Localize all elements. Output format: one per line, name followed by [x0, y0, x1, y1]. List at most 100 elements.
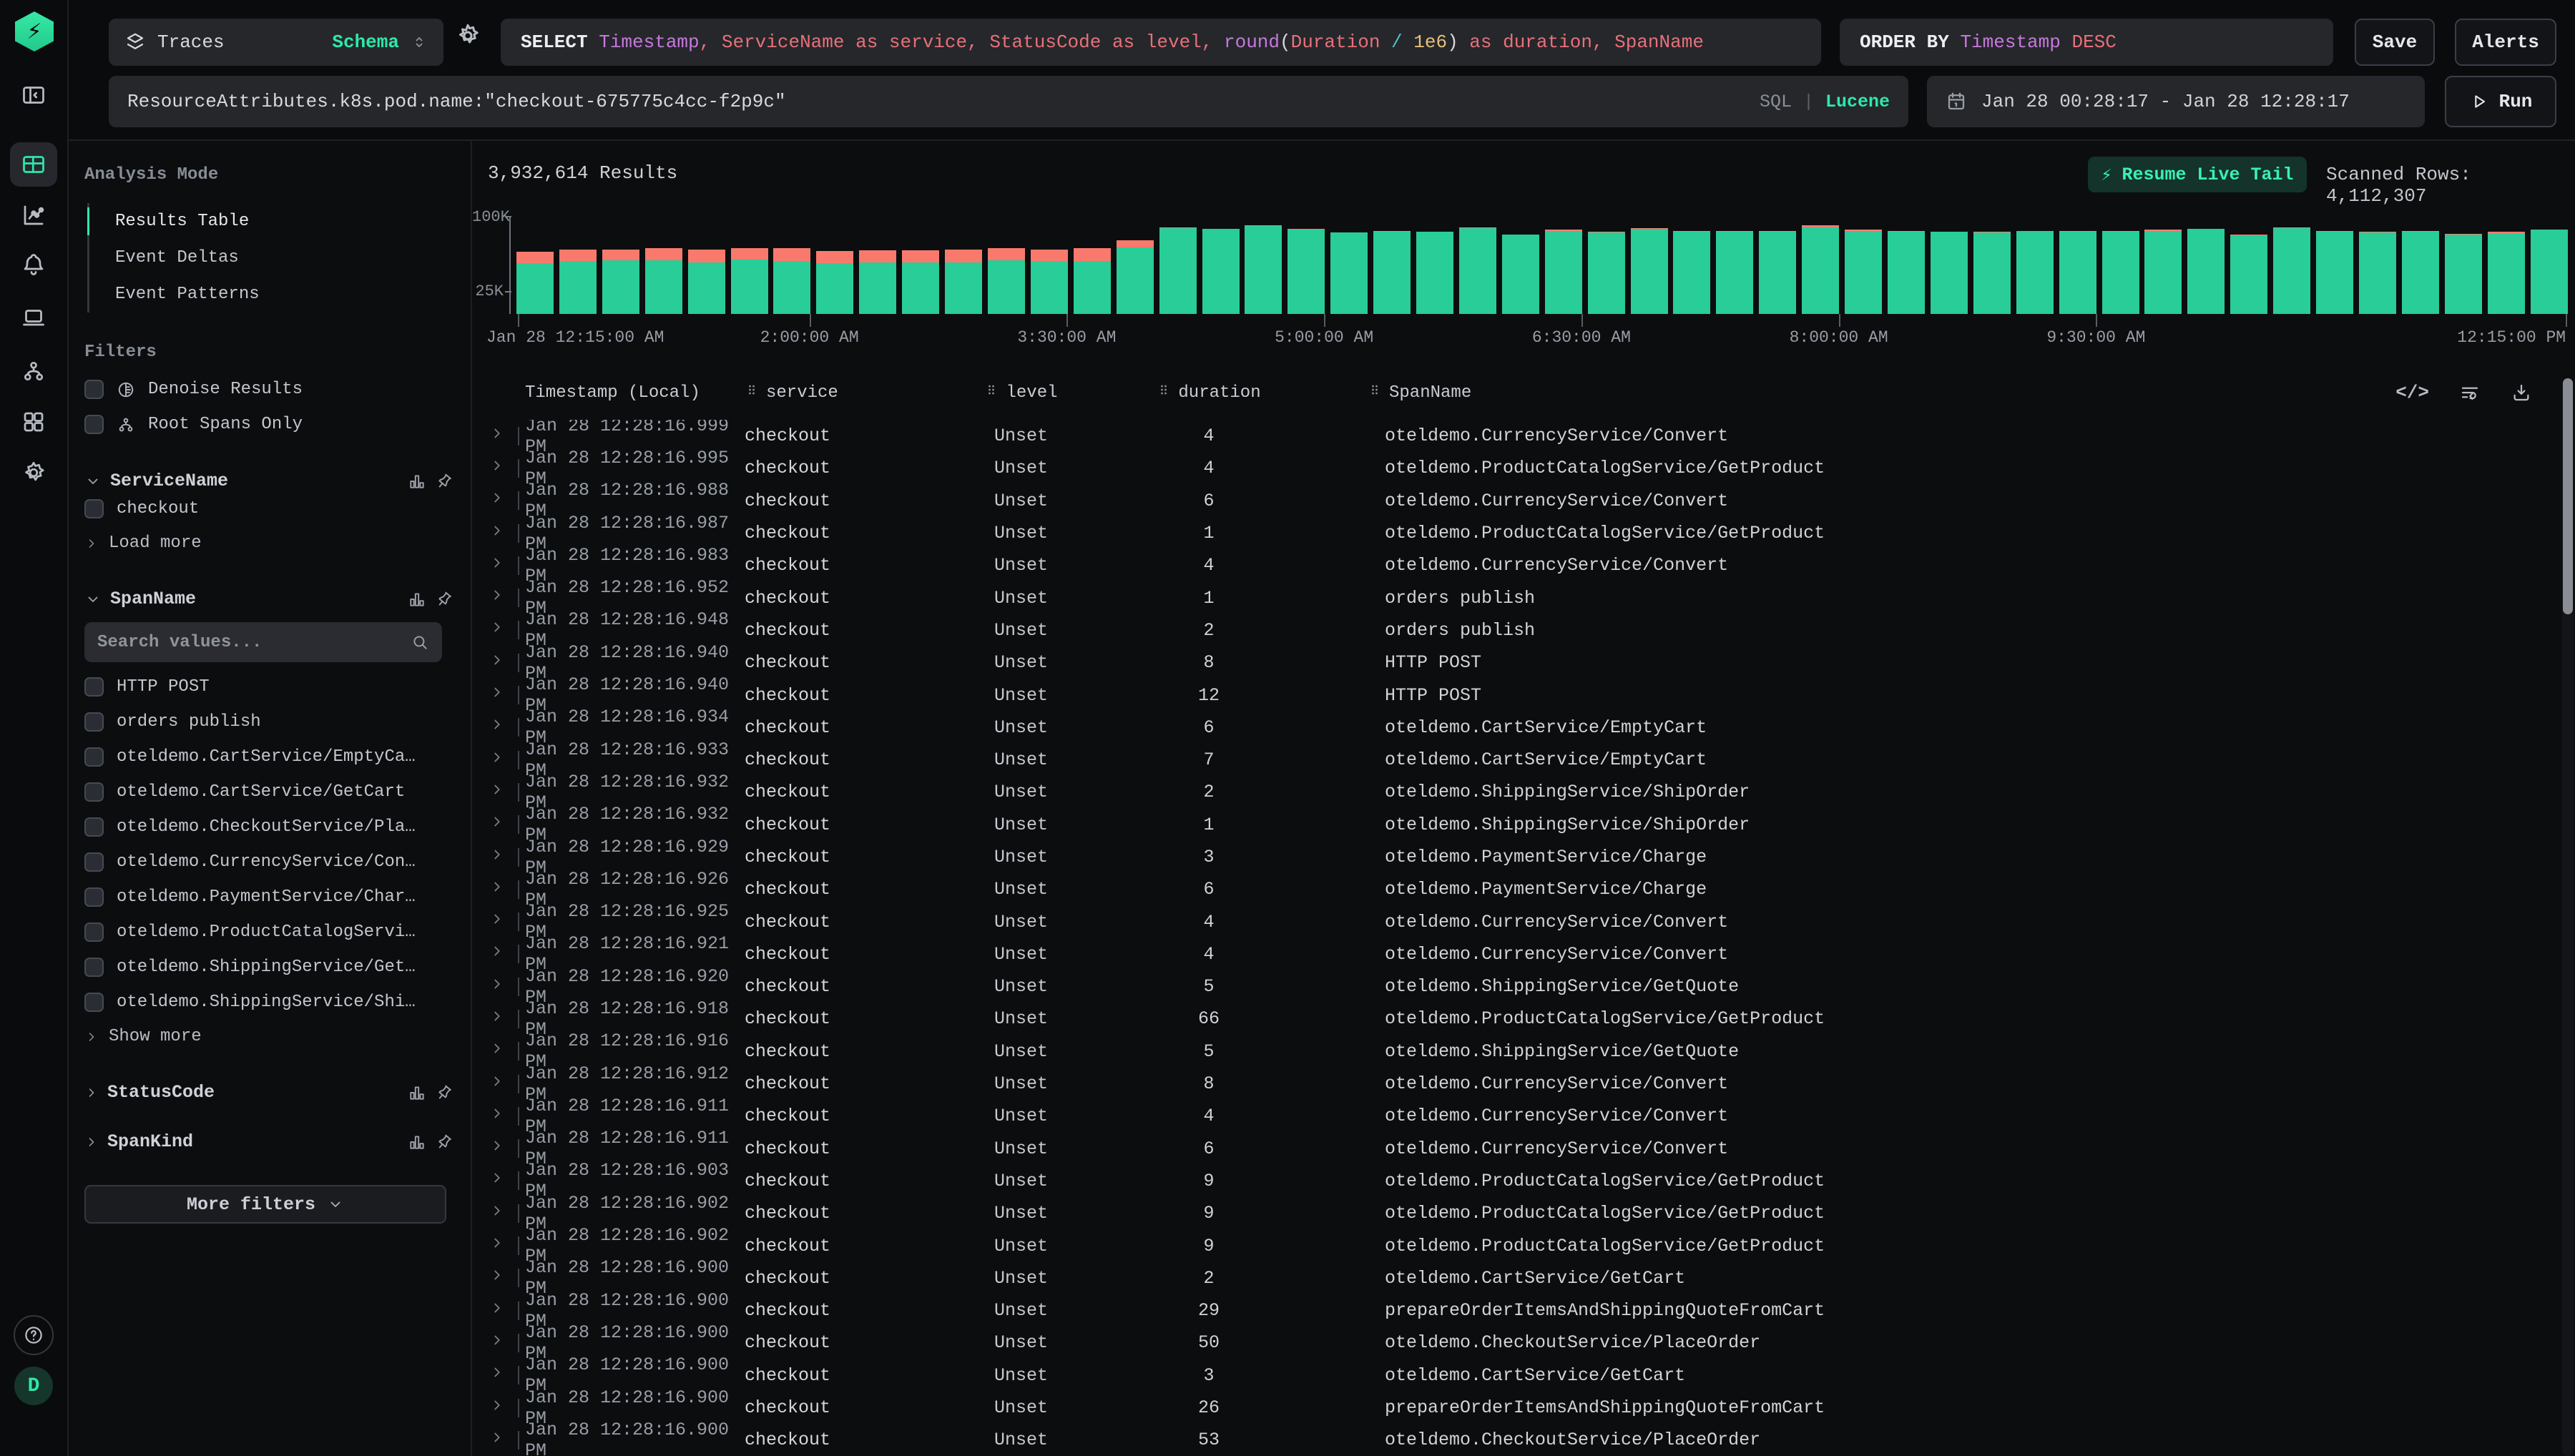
filter-value-checkbox[interactable] [84, 923, 104, 942]
denoise-checkbox[interactable] [84, 380, 104, 399]
table-row[interactable]: Jan 28 12:28:16.902 PMcheckoutUnset9otel… [472, 1229, 2561, 1261]
collapsed-section-spankind[interactable]: SpanKind [84, 1131, 453, 1152]
run-button[interactable]: Run [2445, 76, 2556, 127]
lucene-language-option[interactable]: Lucene [1825, 92, 1890, 112]
expand-row-icon[interactable] [489, 619, 505, 641]
table-row[interactable]: Jan 28 12:28:16.921 PMcheckoutUnset4otel… [472, 938, 2561, 970]
table-row[interactable]: Jan 28 12:28:16.911 PMcheckoutUnset6otel… [472, 1133, 2561, 1165]
filter-value-checkbox[interactable] [84, 499, 104, 518]
histogram-bar[interactable] [645, 248, 682, 314]
code-view-icon[interactable]: </> [2395, 382, 2429, 403]
expand-row-icon[interactable] [489, 426, 505, 447]
collapsed-section-statuscode[interactable]: StatusCode [84, 1082, 453, 1103]
histogram-bar[interactable] [945, 250, 982, 314]
filter-value-row[interactable]: checkout [84, 491, 453, 526]
table-row[interactable]: Jan 28 12:28:16.929 PMcheckoutUnset3otel… [472, 841, 2561, 873]
table-row[interactable]: Jan 28 12:28:16.940 PMcheckoutUnset8HTTP… [472, 646, 2561, 679]
histogram-bar[interactable] [516, 252, 554, 314]
root-spans-checkbox[interactable] [84, 415, 104, 434]
table-row[interactable]: Jan 28 12:28:16.934 PMcheckoutUnset6otel… [472, 712, 2561, 744]
table-row[interactable]: Jan 28 12:28:16.912 PMcheckoutUnset8otel… [472, 1068, 2561, 1100]
table-row[interactable]: Jan 28 12:28:16.999 PMcheckoutUnset4otel… [472, 420, 2561, 452]
search-results-icon[interactable] [10, 142, 57, 187]
expand-row-icon[interactable] [489, 1073, 505, 1095]
filter-value-row[interactable]: orders publish [84, 704, 453, 739]
histogram-bar[interactable] [2016, 231, 2054, 314]
pin-icon[interactable] [435, 472, 453, 491]
expand-row-icon[interactable] [489, 1041, 505, 1062]
column-header-level[interactable]: level [944, 378, 1098, 407]
column-header-spanname[interactable]: SpanName [1368, 378, 2441, 407]
expand-row-icon[interactable] [489, 652, 505, 674]
drag-handle-icon[interactable] [745, 383, 759, 403]
expand-row-icon[interactable] [489, 911, 505, 933]
table-row[interactable]: Jan 28 12:28:16.932 PMcheckoutUnset1otel… [472, 809, 2561, 841]
servicename-load-more[interactable]: Load more [84, 526, 453, 560]
user-avatar[interactable]: D [14, 1367, 53, 1405]
analysis-mode-item[interactable]: Event Deltas [89, 240, 453, 276]
mini-chart-icon[interactable] [408, 1133, 426, 1151]
filter-value-row[interactable]: oteldemo.ShippingService/Shi… [84, 985, 453, 1020]
histogram-bar[interactable] [1545, 230, 1582, 314]
expand-row-icon[interactable] [489, 943, 505, 965]
analysis-mode-item[interactable]: Results Table [89, 203, 453, 240]
histogram-bar[interactable] [1888, 231, 1925, 314]
dashboards-icon[interactable] [13, 401, 54, 443]
table-row[interactable]: Jan 28 12:28:16.987 PMcheckoutUnset1otel… [472, 517, 2561, 549]
expand-row-icon[interactable] [489, 717, 505, 738]
filter-value-row[interactable]: oteldemo.CartService/EmptyCa… [84, 739, 453, 774]
histogram-bar[interactable] [731, 248, 768, 314]
expand-row-icon[interactable] [489, 1170, 505, 1191]
expand-row-icon[interactable] [489, 1300, 505, 1322]
denoise-results-toggle[interactable]: Denoise Results [84, 372, 453, 407]
filter-value-row[interactable]: oteldemo.CartService/GetCart [84, 774, 453, 810]
table-row[interactable]: Jan 28 12:28:16.900 PMcheckoutUnset3otel… [472, 1359, 2561, 1392]
histogram-bar[interactable] [1245, 225, 1282, 314]
filter-value-row[interactable]: HTTP POST [84, 669, 453, 704]
expand-row-icon[interactable] [489, 1008, 505, 1030]
expand-row-icon[interactable] [489, 879, 505, 900]
table-row[interactable]: Jan 28 12:28:16.983 PMcheckoutUnset4otel… [472, 549, 2561, 581]
drag-handle-icon[interactable] [1368, 383, 1382, 403]
expand-row-icon[interactable] [489, 1397, 505, 1419]
histogram-bar[interactable] [902, 250, 939, 314]
table-row[interactable]: Jan 28 12:28:16.926 PMcheckoutUnset6otel… [472, 873, 2561, 905]
chart-explorer-icon[interactable] [13, 195, 54, 236]
spanname-show-more[interactable]: Show more [84, 1020, 453, 1053]
expand-row-icon[interactable] [489, 587, 505, 609]
expand-row-icon[interactable] [489, 847, 505, 868]
expand-row-icon[interactable] [489, 490, 505, 511]
collapse-sidebar-icon[interactable] [13, 74, 54, 116]
table-row[interactable]: Jan 28 12:28:16.900 PMcheckoutUnset26pre… [472, 1392, 2561, 1424]
mini-chart-icon[interactable] [408, 1083, 426, 1102]
expand-row-icon[interactable] [489, 523, 505, 544]
histogram-bar[interactable] [988, 248, 1025, 314]
section-servicename[interactable]: ServiceName [84, 471, 453, 491]
sql-select-editor[interactable]: SELECT Timestamp, ServiceName as service… [501, 19, 1821, 66]
histogram-bar[interactable] [602, 250, 639, 315]
filter-value-row[interactable]: oteldemo.ShippingService/Get… [84, 950, 453, 985]
histogram-bar[interactable] [1502, 235, 1539, 314]
time-range-picker[interactable]: Jan 28 00:28:17 - Jan 28 12:28:17 [1927, 76, 2425, 127]
expand-row-icon[interactable] [489, 976, 505, 998]
expand-row-icon[interactable] [489, 1267, 505, 1289]
expand-row-icon[interactable] [489, 782, 505, 803]
table-row[interactable]: Jan 28 12:28:16.933 PMcheckoutUnset7otel… [472, 744, 2561, 776]
filter-value-checkbox[interactable] [84, 817, 104, 837]
histogram-bar[interactable] [1845, 230, 1882, 314]
expand-row-icon[interactable] [489, 1235, 505, 1256]
histogram-bar[interactable] [1631, 228, 1668, 314]
order-by-editor[interactable]: ORDER BY Timestamp DESC [1840, 19, 2333, 66]
filter-value-row[interactable]: oteldemo.ProductCatalogServi… [84, 915, 453, 950]
settings-gear-icon[interactable] [13, 452, 54, 493]
histogram-bar[interactable] [1973, 232, 2011, 314]
histogram-bar[interactable] [2273, 227, 2310, 314]
app-logo-icon[interactable]: ⚡ [15, 11, 54, 51]
histogram-bar[interactable] [2445, 234, 2482, 314]
histogram-bar[interactable] [2059, 231, 2096, 314]
histogram-bar[interactable] [2187, 229, 2225, 314]
table-row[interactable]: Jan 28 12:28:16.911 PMcheckoutUnset4otel… [472, 1100, 2561, 1132]
filter-value-checkbox[interactable] [84, 958, 104, 977]
histogram-bar[interactable] [2144, 230, 2182, 314]
client-sessions-icon[interactable] [13, 297, 54, 339]
